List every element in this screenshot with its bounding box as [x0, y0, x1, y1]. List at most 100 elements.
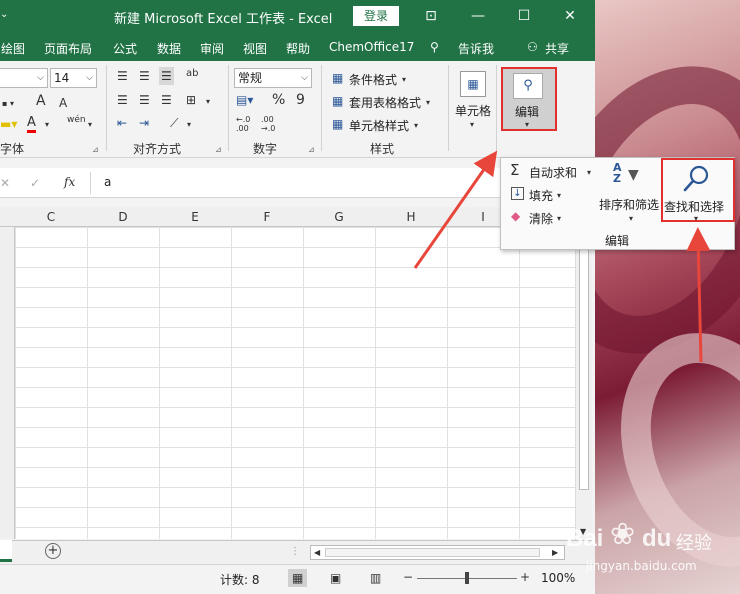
tab-review[interactable]: 审阅 — [200, 40, 224, 57]
number-group-label: 数字 — [253, 142, 278, 156]
cell-styles-icon: ▦ — [332, 117, 344, 131]
column-header[interactable]: D — [87, 210, 159, 224]
more-icon[interactable]: ⌄ — [0, 9, 8, 20]
align-left-icon[interactable]: ☰ — [117, 93, 128, 107]
row-headers[interactable] — [0, 227, 15, 539]
chevron-down-icon[interactable]: ▾ — [629, 212, 633, 226]
cells-button[interactable]: 单元格 — [455, 102, 491, 119]
font-name-combo[interactable]: ⌵ — [0, 68, 48, 88]
horizontal-scrollbar[interactable]: ◀ ▶ — [310, 545, 565, 560]
cancel-icon[interactable]: ✕ — [0, 176, 10, 190]
orientation-icon[interactable]: ab — [186, 67, 198, 81]
chevron-down-icon[interactable]: ▾ — [88, 118, 92, 132]
zoom-in-icon[interactable]: + — [520, 570, 530, 584]
column-header[interactable]: H — [375, 210, 447, 224]
tab-formulas[interactable]: 公式 — [113, 40, 137, 57]
enter-icon[interactable]: ✓ — [30, 176, 40, 190]
page-break-view-icon[interactable]: ▥ — [370, 571, 381, 585]
tab-data[interactable]: 数据 — [157, 40, 181, 57]
font-size-combo[interactable]: 14 ⌵ — [50, 68, 97, 88]
scroll-thumb[interactable] — [579, 245, 589, 490]
cell-grid[interactable] — [0, 227, 575, 539]
lightbulb-icon: ⚲ — [430, 40, 439, 54]
editing-button[interactable]: ⚲ 编辑 ▾ — [501, 67, 557, 131]
drag-handle-icon[interactable]: ⋮ — [290, 545, 300, 559]
align-middle-icon[interactable]: ☰ — [139, 69, 150, 83]
chevron-down-icon[interactable]: ▾ — [45, 118, 49, 132]
tab-help[interactable]: 帮助 — [286, 40, 310, 57]
format-dropdown-icon[interactable]: ▪ ▾ — [2, 97, 14, 111]
column-header[interactable]: E — [159, 210, 231, 224]
dialog-launcher-icon[interactable]: ⊿ — [308, 145, 315, 154]
highlight-icon[interactable]: ▬▾ — [0, 117, 17, 131]
column-headers: C D E F G H I — [0, 207, 575, 227]
align-right-icon[interactable]: ☰ — [161, 93, 172, 107]
font-color-icon[interactable]: A — [27, 116, 36, 133]
chevron-down-icon[interactable]: ▾ — [557, 212, 561, 226]
clear-button[interactable]: 清除 — [529, 210, 553, 227]
normal-view-icon[interactable]: ▦ — [288, 569, 308, 587]
ribbon-display-options-icon[interactable]: ⊡ — [418, 4, 444, 28]
formula-input[interactable]: a — [104, 175, 111, 189]
chevron-down-icon[interactable]: ▾ — [402, 73, 406, 87]
tab-chemoffice[interactable]: ChemOffice17 — [329, 40, 414, 54]
find-select-button[interactable]: 查找和选择 ▾ — [661, 158, 735, 223]
sort-filter-button[interactable]: 排序和筛选 — [599, 196, 659, 213]
tab-page-layout[interactable]: 页面布局 — [44, 40, 92, 57]
cell-styles-button[interactable]: 单元格样式 — [349, 117, 409, 134]
sheet-tab[interactable] — [0, 540, 12, 562]
chevron-down-icon[interactable]: ▾ — [414, 119, 418, 133]
format-as-table-button[interactable]: 套用表格格式 — [349, 94, 421, 111]
align-top-icon[interactable]: ☰ — [117, 69, 128, 83]
fill-button[interactable]: 填充 — [529, 187, 553, 204]
scroll-thumb[interactable] — [325, 548, 540, 557]
align-center-icon[interactable]: ☰ — [139, 93, 150, 107]
phonetic-icon[interactable]: wén — [67, 113, 86, 127]
zoom-slider[interactable] — [417, 572, 517, 584]
chevron-down-icon[interactable]: ▾ — [187, 118, 191, 132]
decrease-decimal-icon[interactable]: .00 →.0 — [261, 115, 283, 133]
chevron-down-icon[interactable]: ▾ — [557, 189, 561, 203]
dialog-launcher-icon[interactable]: ⊿ — [215, 145, 222, 154]
comma-style-icon[interactable]: 9 — [296, 93, 305, 107]
shrink-font-icon[interactable]: A — [59, 96, 67, 110]
conditional-format-button[interactable]: 条件格式 — [349, 71, 397, 88]
zoom-out-icon[interactable]: − — [403, 570, 413, 584]
tell-me-search[interactable]: 告诉我 — [458, 40, 494, 57]
autosum-button[interactable]: 自动求和 — [529, 164, 577, 181]
paw-icon: ❀ — [610, 517, 636, 552]
increase-decimal-icon[interactable]: ←.0 .00 — [236, 115, 258, 133]
chevron-down-icon[interactable]: ▾ — [587, 166, 591, 180]
scroll-right-icon[interactable]: ▶ — [552, 546, 558, 560]
scroll-left-icon[interactable]: ◀ — [314, 546, 320, 560]
maximize-icon[interactable]: ☐ — [511, 4, 537, 28]
column-header[interactable]: G — [303, 210, 375, 224]
percent-icon[interactable]: % — [272, 93, 285, 107]
close-icon[interactable]: ✕ — [557, 4, 583, 28]
column-header[interactable]: F — [231, 210, 303, 224]
minimize-icon[interactable]: — — [465, 4, 491, 28]
decrease-indent-icon[interactable]: ⇤ — [117, 116, 127, 130]
increase-indent-icon[interactable]: ⇥ — [139, 116, 149, 130]
number-format-combo[interactable]: 常规 ⌵ — [234, 68, 312, 88]
chevron-down-icon[interactable]: ▾ — [206, 95, 210, 109]
chevron-down-icon[interactable]: ▾ — [470, 118, 474, 132]
accounting-format-icon[interactable]: ▤▾ — [236, 93, 253, 107]
page-layout-view-icon[interactable]: ▣ — [330, 571, 341, 585]
login-button[interactable]: 登录 — [353, 6, 399, 26]
align-bottom-icon[interactable]: ☰ — [159, 67, 174, 85]
merge-icon[interactable]: ⟋ — [170, 116, 178, 130]
vertical-scrollbar[interactable]: ▲ ▼ — [575, 207, 592, 540]
share-button[interactable]: 共享 — [545, 40, 569, 57]
dialog-launcher-icon[interactable]: ⊿ — [92, 145, 99, 154]
tab-draw[interactable]: 绘图 — [1, 40, 25, 57]
column-header[interactable]: C — [15, 210, 87, 224]
chevron-down-icon[interactable]: ▾ — [426, 96, 430, 110]
add-sheet-icon[interactable]: + — [45, 543, 61, 559]
insert-function-icon[interactable]: fx — [64, 175, 75, 189]
wrap-text-icon[interactable]: ⊞ — [186, 93, 196, 107]
grow-font-icon[interactable]: A — [36, 94, 46, 108]
conditional-format-icon: ▦ — [332, 71, 344, 85]
zoom-slider-thumb[interactable] — [465, 572, 469, 584]
tab-view[interactable]: 视图 — [243, 40, 267, 57]
